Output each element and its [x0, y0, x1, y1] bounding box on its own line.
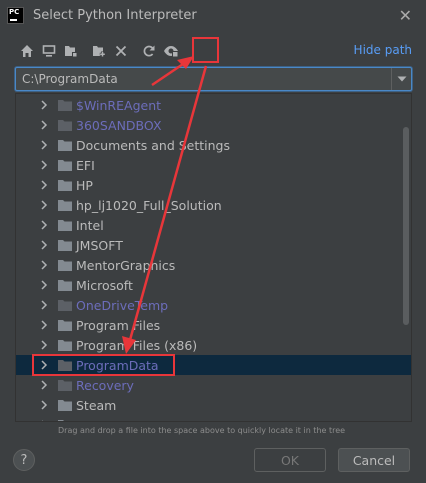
annotation-box-show-hidden — [192, 37, 219, 63]
folder-icon — [58, 400, 72, 411]
tree-row[interactable]: Documents and Settings — [16, 135, 411, 155]
tree-item-label: Intel — [76, 218, 104, 233]
chevron-right-icon[interactable] — [38, 279, 50, 291]
tree-item-label: JMSOFT — [76, 238, 123, 253]
file-tree[interactable]: $WinREAgent 360SANDBOX Documents and Setti… — [15, 93, 412, 422]
folder-icon — [58, 100, 72, 111]
tree-item-label: Steam — [76, 398, 117, 413]
project-button[interactable] — [60, 40, 82, 62]
ok-button[interactable]: OK — [254, 448, 326, 472]
chevron-right-icon[interactable] — [38, 359, 50, 371]
chevron-right-icon[interactable] — [38, 159, 50, 171]
tree-row[interactable]: Microsoft — [16, 275, 411, 295]
title-bar: PC Select Python Interpreter ✕ — [0, 0, 426, 31]
folder-icon — [58, 380, 72, 391]
tree-item-label: MentorGraphics — [76, 258, 176, 273]
folder-icon — [58, 120, 72, 131]
folder-icon — [58, 420, 64, 421]
cancel-button[interactable]: Cancel — [338, 448, 410, 472]
delete-button[interactable] — [110, 40, 132, 62]
tree-row[interactable]: 360SANDBOX — [16, 115, 411, 135]
chevron-right-icon[interactable] — [38, 119, 50, 131]
tree-item-label: HP — [76, 178, 93, 193]
folder-icon — [58, 260, 72, 271]
help-button[interactable]: ? — [13, 449, 35, 471]
tree-item-label: OneDriveTemp — [76, 298, 169, 313]
tree-item-label: SWSetup — [76, 418, 133, 421]
toolbar — [16, 40, 182, 62]
tree-row[interactable]: SWSetup — [16, 415, 411, 422]
tree-row[interactable]: HP — [16, 175, 411, 195]
delete-icon — [115, 45, 127, 57]
chevron-right-icon[interactable] — [38, 399, 50, 411]
drag-drop-hint: Drag and drop a file into the space abov… — [58, 426, 346, 435]
chevron-right-icon[interactable] — [38, 199, 50, 211]
tree-row[interactable]: Intel — [16, 215, 411, 235]
tree-item-label: Recovery — [76, 378, 134, 393]
tree-item-label: Program Files (x86) — [76, 338, 198, 353]
tree-row[interactable]: Recovery — [16, 375, 411, 395]
folder-icon — [58, 360, 72, 371]
tree-item-label: hp_lj1020_Full_Solution — [76, 198, 222, 213]
tree-row[interactable]: JMSOFT — [16, 235, 411, 255]
tree-row[interactable]: MentorGraphics — [16, 255, 411, 275]
tree-item-label: ProgramData — [76, 358, 159, 373]
tree-item-label: Program Files — [76, 318, 161, 333]
path-value[interactable]: C:\ProgramData — [16, 72, 391, 86]
folder-icon — [58, 180, 72, 191]
folder-icon — [58, 320, 72, 331]
home-button[interactable] — [16, 40, 38, 62]
folder-icon — [58, 220, 72, 231]
pycharm-logo-icon: PC — [7, 7, 24, 24]
tree-row[interactable]: $WinREAgent — [16, 95, 411, 115]
tree-row[interactable]: EFI — [16, 155, 411, 175]
chevron-right-icon[interactable] — [38, 379, 50, 391]
project-folder-icon — [65, 46, 77, 57]
chevron-right-icon[interactable] — [38, 319, 50, 331]
tree-item-label: Microsoft — [76, 278, 133, 293]
new-folder-icon — [93, 46, 106, 57]
close-button[interactable]: ✕ — [399, 6, 412, 25]
tree-item-label: Documents and Settings — [76, 138, 231, 153]
path-combobox[interactable]: C:\ProgramData — [15, 67, 412, 91]
chevron-right-icon[interactable] — [38, 339, 50, 351]
dialog-title: Select Python Interpreter — [33, 8, 197, 23]
hide-path-link[interactable]: Hide path — [354, 43, 412, 57]
tree-row[interactable]: ProgramData — [16, 355, 411, 375]
chevron-right-icon[interactable] — [38, 219, 50, 231]
chevron-right-icon[interactable] — [38, 419, 50, 422]
tree-row[interactable]: Program Files — [16, 315, 411, 335]
folder-icon — [58, 340, 72, 351]
show-hidden-icon — [164, 46, 178, 57]
folder-icon — [58, 200, 72, 211]
show-hidden-button[interactable] — [160, 40, 182, 62]
folder-icon — [58, 160, 72, 171]
chevron-right-icon[interactable] — [38, 179, 50, 191]
desktop-button[interactable] — [38, 40, 60, 62]
tree-row[interactable]: Program Files (x86) — [16, 335, 411, 355]
desktop-icon — [42, 45, 56, 57]
refresh-button[interactable] — [138, 40, 160, 62]
chevron-right-icon[interactable] — [38, 139, 50, 151]
folder-icon — [58, 300, 72, 311]
path-dropdown-button[interactable] — [391, 68, 411, 90]
tree-row[interactable]: hp_lj1020_Full_Solution — [16, 195, 411, 215]
new-folder-button[interactable] — [88, 40, 110, 62]
tree-scrollbar[interactable] — [403, 127, 409, 325]
tree-row[interactable]: OneDriveTemp — [16, 295, 411, 315]
tree-item-label: EFI — [76, 158, 95, 173]
tree-item-label: $WinREAgent — [76, 98, 162, 113]
folder-icon — [58, 140, 72, 151]
tree-row[interactable]: Steam — [16, 395, 411, 415]
chevron-right-icon[interactable] — [38, 99, 50, 111]
home-icon — [21, 45, 33, 57]
tree-item-label: 360SANDBOX — [76, 118, 162, 133]
chevron-down-icon — [397, 76, 406, 82]
folder-icon — [58, 280, 72, 291]
refresh-icon — [143, 45, 155, 57]
folder-icon — [58, 240, 72, 251]
chevron-right-icon[interactable] — [38, 299, 50, 311]
chevron-right-icon[interactable] — [38, 259, 50, 271]
chevron-right-icon[interactable] — [38, 239, 50, 251]
